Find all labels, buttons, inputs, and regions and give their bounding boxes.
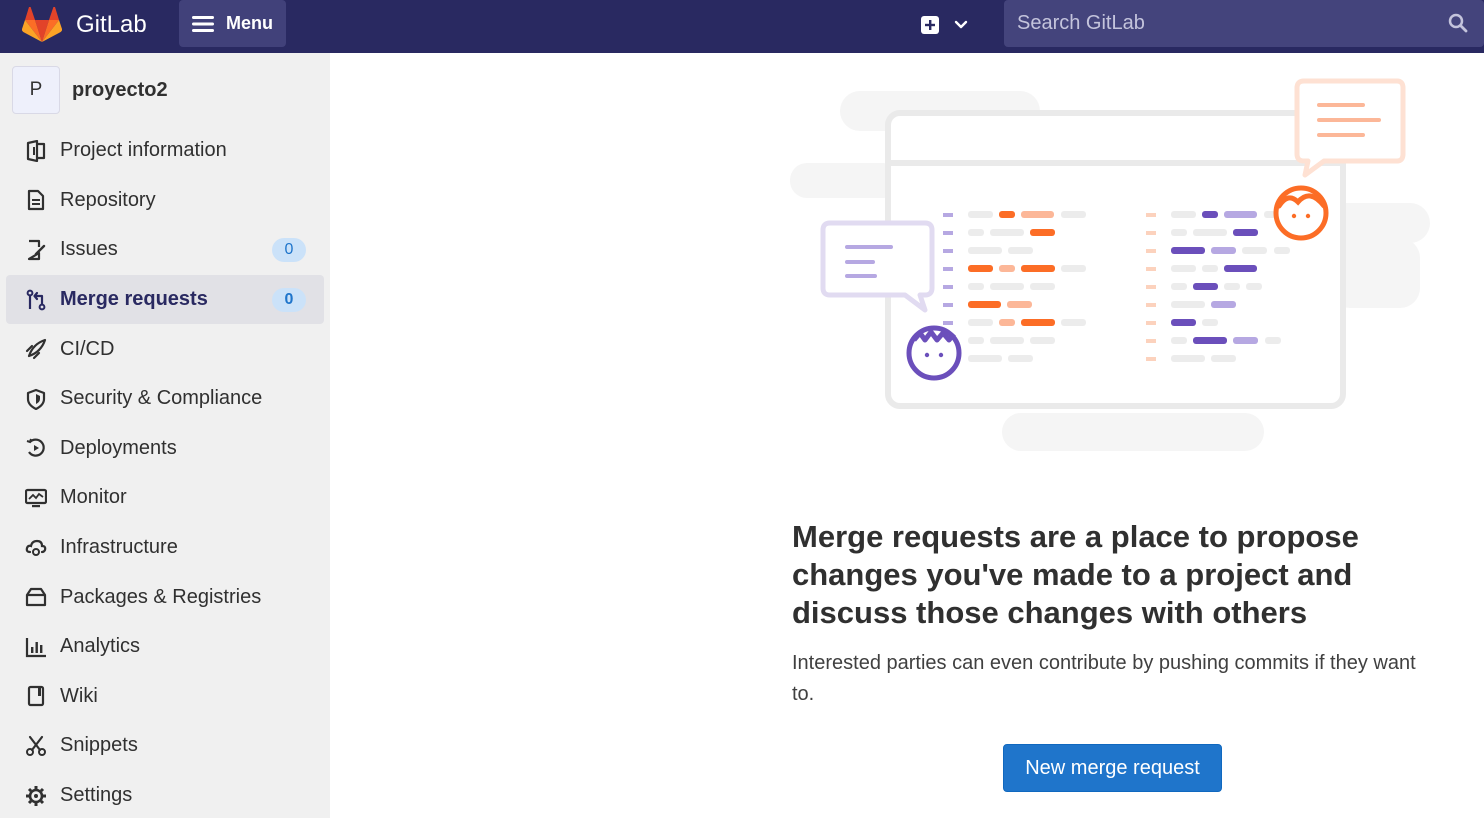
sidebar-item-settings[interactable]: Settings <box>6 771 324 820</box>
sidebar-item-label: Project information <box>60 139 227 162</box>
search-input[interactable] <box>1004 0 1434 47</box>
sidebar-item-ci-cd[interactable]: CI/CD <box>6 324 324 374</box>
brand-name: GitLab <box>76 11 147 38</box>
hamburger-icon <box>192 15 214 32</box>
sidebar-item-security-compliance[interactable]: Security & Compliance <box>6 374 324 424</box>
merge-requests-count-badge: 0 <box>272 287 306 312</box>
merge-request-icon <box>24 288 48 312</box>
sidebar-item-infrastructure[interactable]: Infrastructure <box>6 523 324 573</box>
sidebar-item-label: CI/CD <box>60 337 115 360</box>
sidebar-item-label: Monitor <box>60 486 127 509</box>
repository-icon <box>24 188 48 212</box>
empty-state-title: Merge requests are a place to propose ch… <box>792 519 1359 630</box>
scissors-icon <box>24 734 48 758</box>
sidebar-item-project-information[interactable]: Project information <box>6 126 324 176</box>
sidebar-item-label: Packages & Registries <box>60 585 262 608</box>
sidebar-item-label: Security & Compliance <box>60 387 263 410</box>
sidebar-item-label: Repository <box>60 188 156 211</box>
sidebar-item-analytics[interactable]: Analytics <box>6 622 324 672</box>
sidebar-nav: Project information Repository Issues 0 … <box>6 126 324 820</box>
rocket-icon <box>24 337 48 361</box>
sidebar-item-label: Settings <box>60 784 133 807</box>
cloud-gear-icon <box>24 536 48 560</box>
project-avatar: P <box>12 66 60 114</box>
sidebar-item-merge-requests[interactable]: Merge requests 0 <box>6 274 324 325</box>
book-icon <box>24 684 48 708</box>
gitlab-logo-icon <box>22 7 62 42</box>
sidebar-item-repository[interactable]: Repository <box>6 176 324 226</box>
shield-icon <box>24 387 48 411</box>
chevron-down-icon <box>954 20 968 29</box>
sidebar: P proyecto2 Project information Reposito… <box>0 53 330 818</box>
monitor-icon <box>24 486 48 510</box>
sidebar-item-wiki[interactable]: Wiki <box>6 672 324 722</box>
sidebar-item-monitor[interactable]: Monitor <box>6 473 324 523</box>
sidebar-item-deployments[interactable]: Deployments <box>6 424 324 474</box>
empty-state-description: Interested parties can even contribute b… <box>792 652 1416 705</box>
main-content: Merge requests are a place to propose ch… <box>330 53 1484 818</box>
sidebar-item-issues[interactable]: Issues 0 <box>6 225 324 275</box>
top-bar: GitLab Menu <box>0 0 1484 53</box>
issues-icon <box>24 238 48 262</box>
merge-requests-illustration <box>790 78 1430 451</box>
new-dropdown-button[interactable] <box>920 10 976 40</box>
deployments-icon <box>24 436 48 460</box>
sidebar-item-label: Analytics <box>60 635 141 658</box>
package-icon <box>24 585 48 609</box>
gear-icon <box>24 784 48 808</box>
project-header[interactable]: P proyecto2 <box>12 66 168 114</box>
search-icon[interactable] <box>1448 13 1468 33</box>
sidebar-item-label: Merge requests <box>60 288 208 311</box>
project-icon <box>24 139 48 163</box>
sidebar-item-label: Wiki <box>60 684 98 707</box>
project-name: proyecto2 <box>72 78 168 101</box>
issues-count-badge: 0 <box>272 238 306 263</box>
chart-icon <box>24 635 48 659</box>
sidebar-item-label: Issues <box>60 238 118 261</box>
sidebar-item-label: Snippets <box>60 734 138 757</box>
new-merge-request-button[interactable]: New merge request <box>1003 744 1222 792</box>
menu-button[interactable]: Menu <box>179 0 286 47</box>
sidebar-item-packages-registries[interactable]: Packages & Registries <box>6 572 324 622</box>
gitlab-home-link[interactable]: GitLab <box>22 6 147 44</box>
plus-square-icon <box>921 16 939 34</box>
sidebar-item-label: Infrastructure <box>60 536 178 559</box>
sidebar-item-snippets[interactable]: Snippets <box>6 721 324 771</box>
menu-label: Menu <box>226 13 273 33</box>
search-box <box>1004 0 1484 47</box>
sidebar-item-label: Deployments <box>60 436 177 459</box>
